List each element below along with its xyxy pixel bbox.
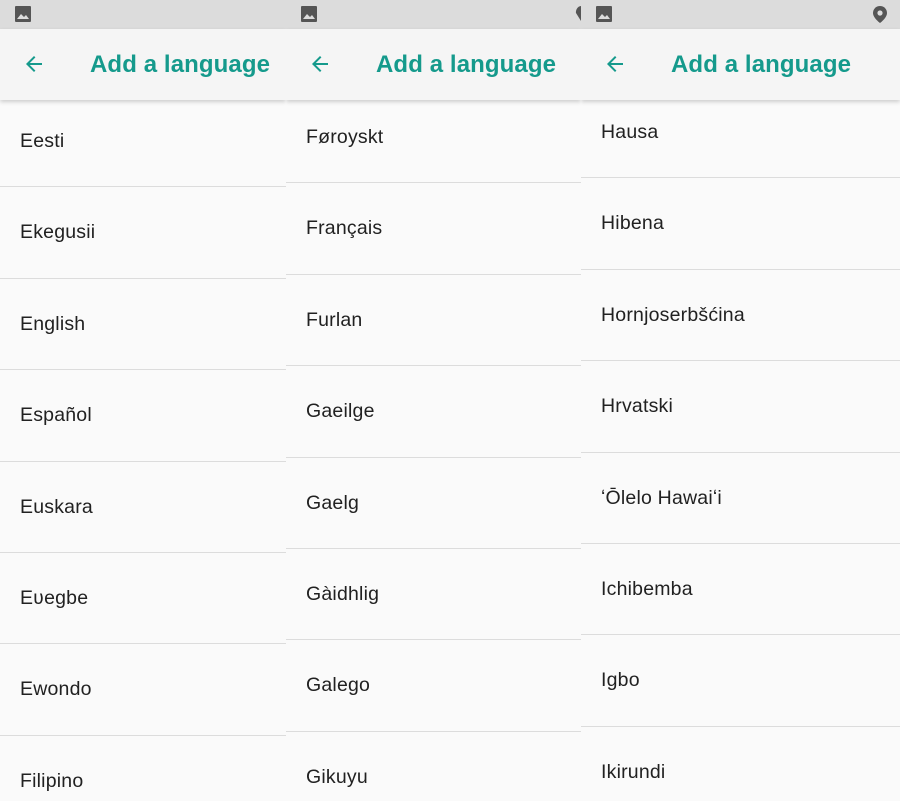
app-bar: Add a language (581, 29, 900, 100)
language-list-item[interactable]: Euskara (0, 462, 286, 553)
language-list-item[interactable]: Filipino (0, 736, 286, 801)
location-pin-icon (873, 6, 887, 23)
language-panel-3: Add a language Hausa Hibena Hornjoserbšć… (581, 0, 900, 801)
page-title: Add a language (90, 51, 271, 78)
language-label: Ekegusii (20, 221, 96, 244)
language-list-item[interactable]: Hibena (581, 178, 900, 270)
language-list-item[interactable]: Hausa (581, 87, 900, 179)
language-label: Hornjoserbšćina (601, 303, 745, 326)
page-title: Add a language (376, 51, 557, 78)
language-list-item[interactable]: Føroyskt (286, 92, 581, 184)
arrow-back-icon[interactable] (302, 46, 338, 82)
language-list-item[interactable]: Furlan (286, 275, 581, 367)
language-list-item[interactable]: Ikirundi (581, 727, 900, 801)
language-label: Hibena (601, 212, 664, 235)
language-label: Español (20, 404, 92, 427)
language-list: Hausa Hibena Hornjoserbšćina Hrvatski ʻŌ… (581, 87, 900, 801)
language-label: Furlan (306, 308, 363, 331)
app-bar: Add a language (0, 29, 286, 100)
language-label: Ikirundi (601, 760, 666, 783)
language-list-item[interactable]: Eʋegbe (0, 553, 286, 645)
language-label: Français (306, 217, 383, 240)
language-label: Eesti (20, 130, 65, 152)
language-label: Gikuyu (306, 765, 368, 788)
app-bar: Add a language (286, 29, 581, 100)
page-title: Add a language (671, 51, 852, 78)
language-label: Gaelg (306, 491, 360, 514)
language-list-item[interactable]: Gàidhlig (286, 549, 581, 641)
language-label: English (20, 312, 86, 335)
language-list-item[interactable]: Galego (286, 640, 581, 732)
language-label: Igbo (601, 669, 640, 692)
status-bar (581, 0, 900, 29)
status-bar (0, 0, 286, 29)
language-label: Ewondo (20, 678, 92, 701)
language-label: Hausa (601, 121, 659, 143)
language-list-item[interactable]: Hrvatski (581, 361, 900, 453)
language-list-item[interactable]: Igbo (581, 635, 900, 727)
language-list: Føroyskt Français Furlan Gaeilge Gaelg G… (286, 92, 581, 801)
language-list-item[interactable]: English (0, 279, 286, 371)
language-label: Hrvatski (601, 395, 674, 418)
language-list-item[interactable]: Ichibemba (581, 544, 900, 636)
language-list-item[interactable]: Gaeilge (286, 366, 581, 458)
status-bar (286, 0, 581, 29)
arrow-back-icon[interactable] (16, 46, 52, 82)
language-label: Filipino (20, 769, 84, 792)
language-label: ʻŌlelo Hawaiʻi (601, 486, 722, 509)
language-list-item[interactable]: Gikuyu (286, 732, 581, 801)
language-list-item[interactable]: ʻŌlelo Hawaiʻi (581, 453, 900, 544)
language-list-item[interactable]: Français (286, 183, 581, 275)
language-label: Galego (306, 674, 371, 697)
language-list-item[interactable]: Español (0, 370, 286, 462)
language-list: Eesti Ekegusii English Español Euskara E… (0, 96, 286, 801)
language-list-item[interactable]: Gaelg (286, 458, 581, 549)
image-icon (301, 6, 317, 22)
arrow-back-icon[interactable] (597, 46, 633, 82)
language-list-item[interactable]: Eesti (0, 96, 286, 188)
image-icon (596, 6, 612, 22)
language-label: Eʋegbe (20, 586, 89, 609)
language-label: Gàidhlig (306, 582, 380, 605)
language-label: Ichibemba (601, 577, 693, 600)
language-label: Euskara (20, 495, 93, 518)
language-label: Gaeilge (306, 400, 375, 423)
language-label: Føroyskt (306, 126, 384, 148)
language-list-item[interactable]: Ewondo (0, 644, 286, 736)
language-list-item[interactable]: Hornjoserbšćina (581, 270, 900, 362)
image-icon (15, 6, 31, 22)
language-list-item[interactable]: Ekegusii (0, 187, 286, 279)
language-panel-1: Add a language Eesti Ekegusii English Es… (0, 0, 286, 801)
language-panel-2: Add a language Føroyskt Français Furlan … (286, 0, 581, 801)
